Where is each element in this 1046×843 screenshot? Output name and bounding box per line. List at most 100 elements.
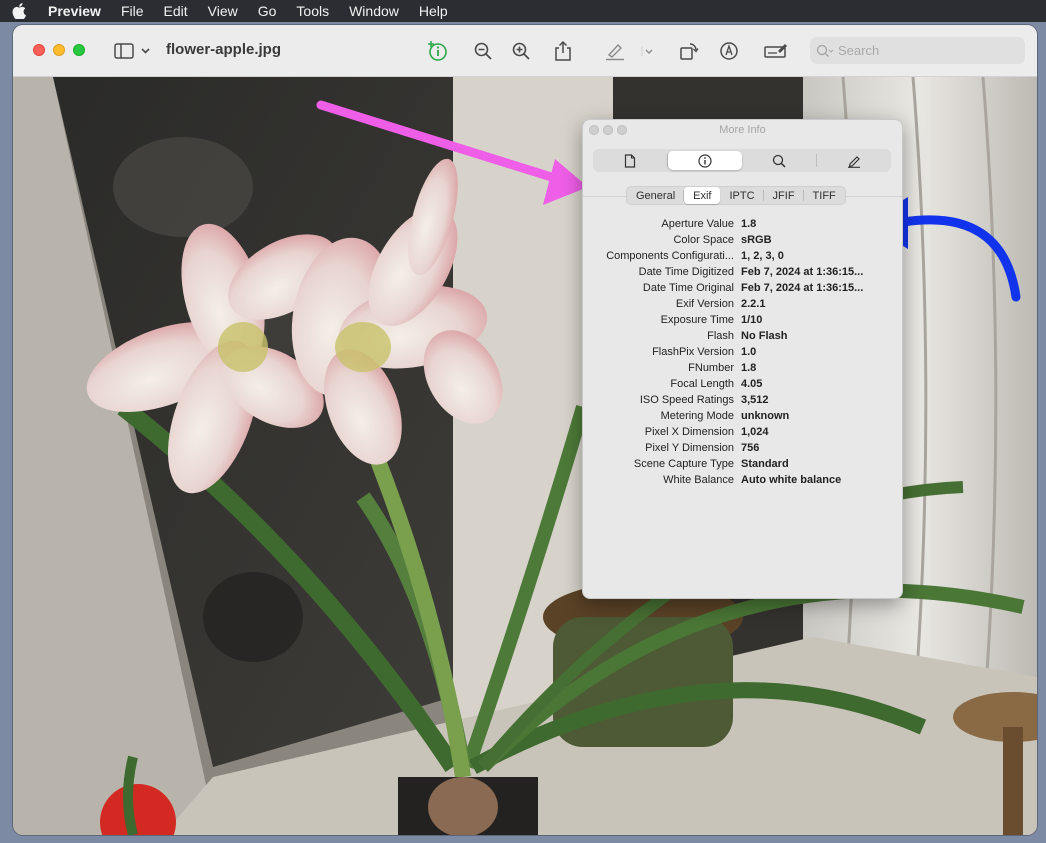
subtab-exif[interactable]: Exif: [684, 187, 721, 204]
tab-annotations[interactable]: [817, 149, 892, 172]
menu-help[interactable]: Help: [419, 3, 448, 19]
exif-value: unknown: [741, 410, 790, 422]
exif-label: Pixel Y Dimension: [645, 442, 734, 454]
menu-view[interactable]: View: [208, 3, 238, 19]
highlight-button[interactable]: [603, 39, 627, 63]
exif-value: 3,512: [741, 394, 769, 406]
magnifier-icon: [773, 154, 786, 168]
panel-tab-bar: [593, 149, 891, 172]
exif-label: Metering Mode: [660, 410, 734, 422]
exif-row: Date Time Digitized Feb 7, 2024 at 1:36:1…: [583, 264, 902, 280]
minimize-window-button[interactable]: [53, 44, 65, 56]
exif-label: Aperture Value: [661, 218, 734, 230]
subtab-exif-label: Exif: [693, 189, 712, 202]
exif-row: Color Space sRGB: [583, 232, 902, 248]
share-icon: [555, 40, 571, 61]
menu-window[interactable]: Window: [349, 3, 399, 19]
menu-tools[interactable]: Tools: [296, 3, 329, 19]
search-field[interactable]: Search: [810, 37, 1025, 64]
exif-row: Scene Capture Type Standard: [583, 456, 902, 472]
tab-keywords[interactable]: [742, 149, 817, 172]
exif-table: Aperture Value 1.8 Color Space sRGB Compon…: [583, 216, 902, 488]
tab-general-document[interactable]: [593, 149, 668, 172]
exif-value: 1,024: [741, 426, 769, 438]
exif-value: Feb 7, 2024 at 1:36:15...: [741, 282, 864, 294]
info-plus-icon: [428, 41, 447, 61]
toolbar: flower-apple.jpg Search: [13, 25, 1037, 77]
info-icon: [698, 153, 712, 168]
exif-row: Exif Version 2.2.1: [583, 296, 902, 312]
exif-row: Components Configurati... 1, 2, 3, 0: [583, 248, 902, 264]
markup-info-button[interactable]: [425, 39, 449, 63]
zoom-out-button[interactable]: [473, 39, 493, 63]
exif-row: FNumber 1.8: [583, 360, 902, 376]
subtab-general[interactable]: General: [627, 187, 685, 204]
exif-value: 1.8: [741, 362, 757, 374]
subtab-jfif[interactable]: JFIF: [764, 187, 804, 204]
menu-file[interactable]: File: [121, 3, 144, 19]
search-icon: [816, 44, 834, 57]
zoom-window-button[interactable]: [73, 44, 85, 56]
share-button[interactable]: [553, 39, 573, 63]
tab-info[interactable]: [667, 151, 742, 170]
form-fill-button[interactable]: [763, 39, 789, 63]
subtab-tiff[interactable]: TIFF: [804, 187, 845, 204]
panel-title: More Info: [719, 124, 766, 136]
apple-menu-icon[interactable]: [12, 3, 28, 19]
chevron-down-icon: [641, 46, 653, 56]
form-sign-icon: [764, 44, 787, 58]
exif-value: Feb 7, 2024 at 1:36:15...: [741, 266, 864, 278]
window-title: flower-apple.jpg: [166, 41, 282, 58]
exif-label: Color Space: [673, 234, 734, 246]
menu-bar: Preview File Edit View Go Tools Window H…: [0, 0, 1046, 22]
exif-label: Date Time Original: [642, 282, 734, 294]
exif-value: No Flash: [741, 330, 788, 342]
exif-row: ISO Speed Ratings 3,512: [583, 392, 902, 408]
exif-value: 1, 2, 3, 0: [741, 250, 784, 262]
metadata-subtabs: General Exif IPTC JFIF TIFF: [626, 186, 846, 205]
exif-row: Pixel Y Dimension 756: [583, 440, 902, 456]
exif-row: Aperture Value 1.8: [583, 216, 902, 232]
menu-app-preview[interactable]: Preview: [48, 3, 101, 19]
menu-go[interactable]: Go: [258, 3, 277, 19]
exif-label: Date Time Digitized: [638, 266, 734, 278]
more-info-panel: More Info General Exif IPTC JFIF TIFF Ap…: [582, 119, 903, 599]
zoom-in-icon: [512, 42, 530, 60]
exif-label: ISO Speed Ratings: [639, 394, 734, 406]
document-icon: [625, 153, 636, 168]
exif-row: Pixel X Dimension 1,024: [583, 424, 902, 440]
zoom-in-button[interactable]: [511, 39, 531, 63]
exif-value: sRGB: [741, 234, 772, 246]
exif-value: 2.2.1: [741, 298, 766, 310]
exif-label: Exposure Time: [660, 314, 734, 326]
exif-label: Scene Capture Type: [633, 458, 734, 470]
exif-label: Focal Length: [670, 378, 734, 390]
exif-value: 1.8: [741, 218, 757, 230]
exif-label: Exif Version: [675, 298, 734, 310]
highlight-menu-button[interactable]: [641, 39, 655, 63]
exif-row: Metering Mode unknown: [583, 408, 902, 424]
exif-row: FlashPix Version 1.0: [583, 344, 902, 360]
exif-value: 1.0: [741, 346, 757, 358]
exif-label: FlashPix Version: [652, 346, 734, 358]
subtab-jfif-label: JFIF: [772, 189, 795, 202]
exif-row: Exposure Time 1/10: [583, 312, 902, 328]
markup-button[interactable]: [719, 39, 739, 63]
search-placeholder: Search: [838, 43, 880, 58]
close-window-button[interactable]: [33, 44, 45, 56]
pencil-icon: [847, 155, 860, 168]
subtab-tiff-label: TIFF: [812, 189, 836, 202]
menu-edit[interactable]: Edit: [164, 3, 188, 19]
exif-label: Components Configurati...: [606, 250, 734, 262]
exif-value: 756: [741, 442, 760, 454]
markup-pen-icon: [720, 42, 738, 60]
exif-value: Standard: [741, 458, 789, 470]
rotate-button[interactable]: [678, 39, 700, 63]
zoom-out-icon: [474, 42, 492, 60]
exif-row: Focal Length 4.05: [583, 376, 902, 392]
exif-value: Auto white balance: [741, 474, 842, 486]
sidebar-toggle-button[interactable]: [113, 39, 153, 63]
subtab-iptc[interactable]: IPTC: [720, 187, 764, 204]
exif-label: FNumber: [688, 362, 734, 374]
exif-value: 1/10: [741, 314, 763, 326]
